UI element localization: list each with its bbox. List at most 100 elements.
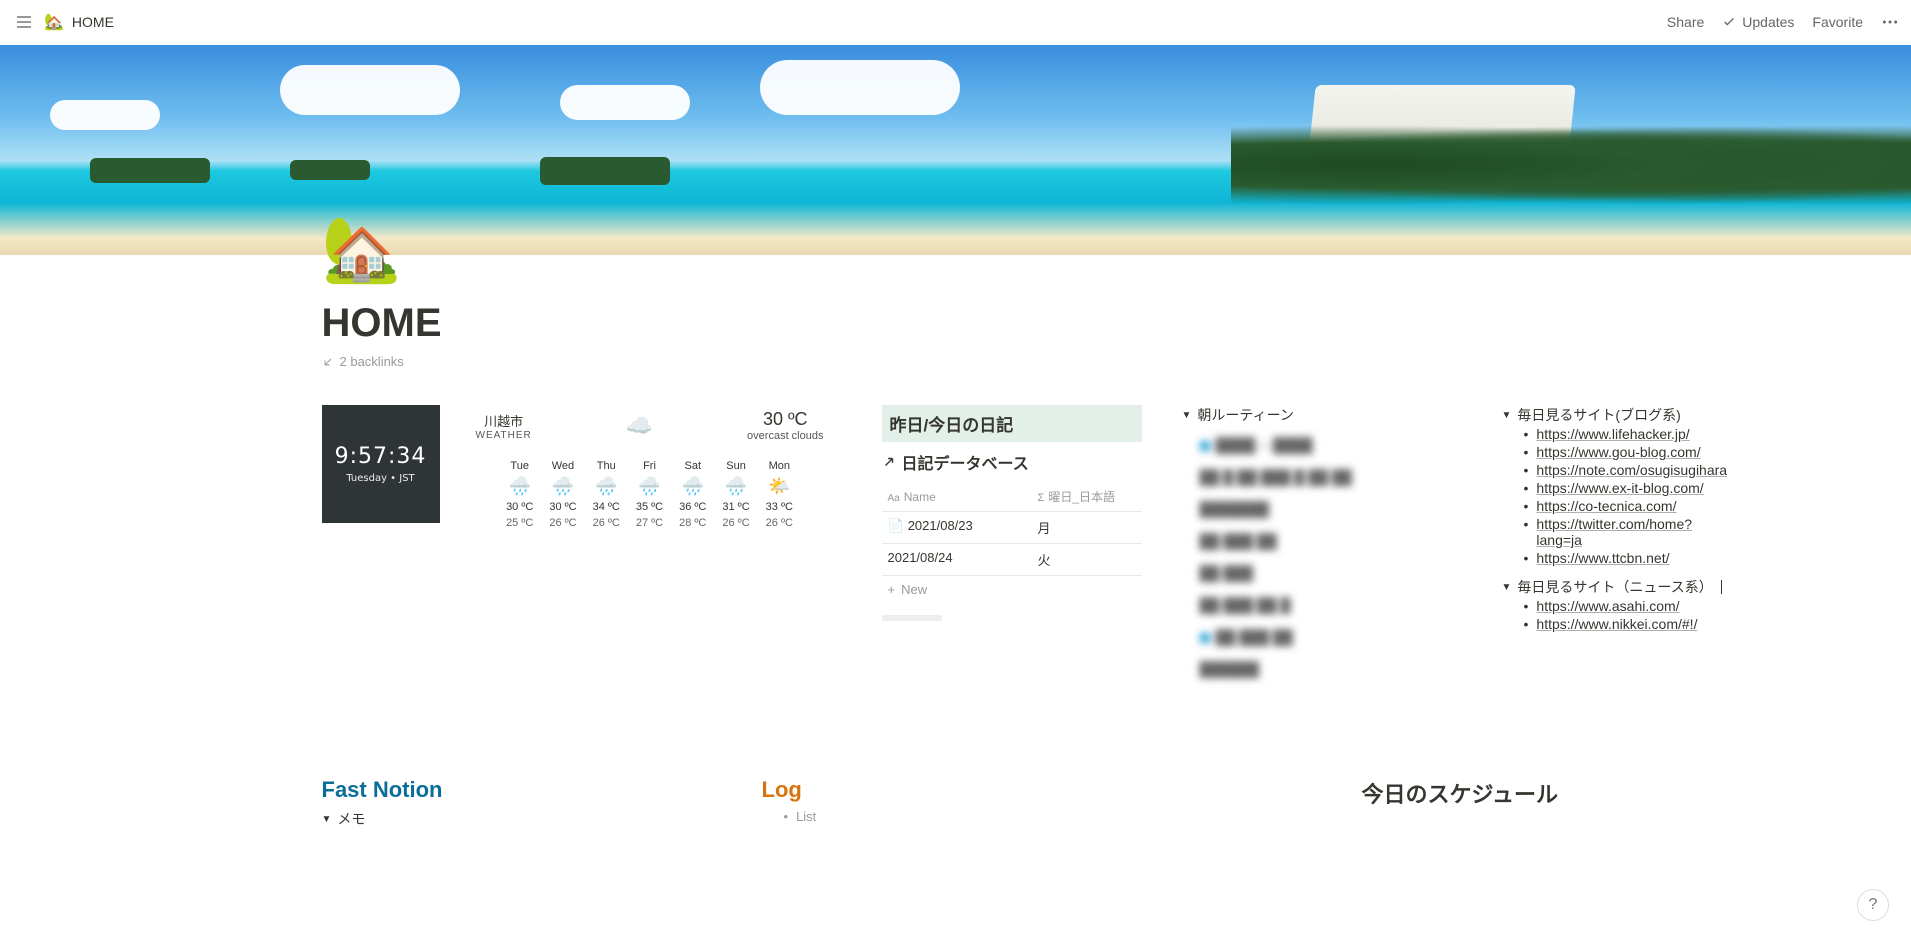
list-item[interactable]: • List [784, 809, 1322, 824]
weather-icon: ☁️ [626, 413, 653, 439]
menu-icon[interactable] [12, 10, 36, 34]
memo-label: メモ [337, 809, 365, 829]
weather-small-icon: 🌤️ [768, 476, 790, 497]
triangle-down-icon: ▼ [1502, 410, 1512, 421]
text-cursor [1721, 580, 1722, 594]
link-item: • https://www.ex-it-blog.com/ [1524, 479, 1728, 497]
text-prop-icon [888, 490, 900, 504]
bullet-icon: • [1524, 462, 1529, 478]
table-row[interactable]: 2021/08/24火 [882, 544, 1142, 576]
link-item: • https://www.ttcbn.net/ [1524, 549, 1728, 567]
links-section1-title: 毎日見るサイト(ブログ系) [1517, 405, 1680, 425]
clock-weather-widget: 9:57:34 Tuesday • JST 川越市 WEATHER ☁️ 30 … [322, 405, 842, 529]
help-button[interactable]: ? [1857, 889, 1889, 921]
bullet-icon: • [1524, 598, 1529, 614]
weather-small-icon: 🌧️ [595, 476, 617, 497]
diary-block: 昨日/今日の日記 日記データベース Name 曜日_日本語 📄2021/08/2… [882, 405, 1142, 621]
external-link[interactable]: https://www.ttcbn.net/ [1536, 550, 1669, 566]
page-icon[interactable]: 🏡 [322, 217, 1590, 281]
forecast-day: Sun🌧️31 ºC26 ºC [722, 460, 749, 529]
col-name[interactable]: Name [882, 482, 1032, 511]
forecast-day: Mon🌤️33 ºC26 ºC [766, 460, 793, 529]
link-item: • https://www.nikkei.com/#!/ [1524, 615, 1728, 633]
updates-label: Updates [1742, 14, 1794, 30]
bullet-icon: • [1524, 426, 1529, 442]
fast-notion-heading[interactable]: Fast Notion [322, 777, 722, 803]
external-link[interactable]: https://www.ex-it-blog.com/ [1536, 480, 1703, 496]
bullet-icon: • [1524, 480, 1529, 496]
bottom-row: Fast Notion ▼ メモ Log • List 今日のスケジュール [322, 777, 1590, 829]
col-day[interactable]: 曜日_日本語 [1032, 482, 1142, 511]
diary-callout[interactable]: 昨日/今日の日記 [882, 405, 1142, 442]
weather-small-icon: 🌧️ [682, 476, 704, 497]
page-icon: 📄 [888, 518, 904, 533]
links-section1-toggle[interactable]: ▼ 毎日見るサイト(ブログ系) [1502, 405, 1728, 425]
routine-title: 朝ルーティーン [1197, 405, 1293, 425]
forecast-day: Sat🌧️36 ºC28 ºC [679, 460, 706, 529]
page-title[interactable]: HOME [322, 301, 1590, 346]
schedule-heading[interactable]: 今日のスケジュール [1362, 777, 1590, 809]
weather-desc: overcast clouds [747, 430, 823, 442]
weather-location: 川越市 [476, 411, 532, 430]
link-item: • https://www.asahi.com/ [1524, 597, 1728, 615]
diary-db-link[interactable]: 日記データベース [882, 450, 1142, 474]
external-link[interactable]: https://co-tecnica.com/ [1536, 498, 1676, 514]
backlinks-link[interactable]: 2 backlinks [322, 354, 1590, 369]
external-link[interactable]: https://twitter.com/home?lang=ja [1536, 516, 1727, 548]
memo-toggle[interactable]: ▼ メモ [322, 809, 722, 829]
routine-toggle[interactable]: ▼ 朝ルーティーン [1182, 405, 1462, 425]
bullet-icon: • [784, 809, 789, 824]
clock-widget: 9:57:34 Tuesday • JST [322, 405, 440, 523]
breadcrumb-title[interactable]: HOME [72, 14, 114, 30]
weather-small-icon: 🌧️ [725, 476, 747, 497]
new-label: New [901, 582, 927, 597]
forecast-row: Tue🌧️30 ºC25 ºCWed🌧️30 ºC26 ºCThu🌧️34 ºC… [506, 460, 793, 529]
weather-small-icon: 🌧️ [508, 476, 530, 497]
topbar-left: 🏡 HOME [12, 10, 114, 34]
plus-icon: + [888, 582, 896, 597]
links-column: ▼ 毎日見るサイト(ブログ系) • https://www.lifehacker.… [1502, 405, 1728, 643]
forecast-day: Tue🌧️30 ºC25 ºC [506, 460, 533, 529]
log-heading[interactable]: Log [762, 777, 1322, 803]
forecast-day: Fri🌧️35 ºC27 ºC [636, 460, 663, 529]
bullet-icon: • [1524, 550, 1529, 566]
more-icon[interactable] [1881, 13, 1899, 31]
new-row-button[interactable]: + New [882, 576, 1142, 603]
link-item: • https://www.lifehacker.jp/ [1524, 425, 1728, 443]
share-button[interactable]: Share [1667, 14, 1704, 30]
external-link[interactable]: https://www.nikkei.com/#!/ [1536, 616, 1697, 632]
log-column: Log • List [762, 777, 1322, 829]
link-item: • https://www.gou-blog.com/ [1524, 443, 1728, 461]
external-link[interactable]: https://note.com/osugisugihara [1536, 462, 1727, 478]
updates-button[interactable]: Updates [1722, 14, 1794, 30]
diary-table: Name 曜日_日本語 📄2021/08/23月2021/08/24火 + Ne… [882, 482, 1142, 621]
page-content: 🏡 HOME 2 backlinks 9:57:34 Tuesday • JST… [226, 217, 1686, 889]
table-header: Name 曜日_日本語 [882, 482, 1142, 512]
table-row[interactable]: 📄2021/08/23月 [882, 512, 1142, 544]
external-link[interactable]: https://www.gou-blog.com/ [1536, 444, 1700, 460]
diary-link-label: 日記データベース [902, 450, 1029, 474]
topbar: 🏡 HOME Share Updates Favorite [0, 0, 1911, 45]
triangle-down-icon: ▼ [322, 814, 332, 825]
bullet-icon: • [1524, 444, 1529, 460]
backlinks-label: 2 backlinks [340, 354, 404, 369]
formula-prop-icon [1038, 490, 1045, 504]
bullet-icon: • [1524, 616, 1529, 632]
bullet-icon: • [1524, 498, 1529, 514]
forecast-day: Wed🌧️30 ºC26 ºC [549, 460, 576, 529]
favorite-button[interactable]: Favorite [1812, 14, 1863, 30]
bullet-icon: • [1524, 516, 1529, 532]
external-link[interactable]: https://www.asahi.com/ [1536, 598, 1679, 614]
content-row: 9:57:34 Tuesday • JST 川越市 WEATHER ☁️ 30 … [322, 405, 1590, 687]
weather-small-icon: 🌧️ [638, 476, 660, 497]
routine-body-redacted: ████ ─ ████ ██ █ ██ ███ █ ██ ██ ███████ … [1200, 431, 1462, 683]
triangle-down-icon: ▼ [1502, 582, 1512, 593]
link-item: • https://co-tecnica.com/ [1524, 497, 1728, 515]
external-link[interactable]: https://www.lifehacker.jp/ [1536, 426, 1689, 442]
weather-temp: 30 ºC [747, 409, 823, 430]
link-item: • https://twitter.com/home?lang=ja [1524, 515, 1728, 549]
links-section2-toggle[interactable]: ▼ 毎日見るサイト（ニュース系） [1502, 577, 1728, 597]
list-label: List [796, 809, 816, 824]
scrollbar[interactable] [882, 615, 942, 621]
fast-notion-column: Fast Notion ▼ メモ [322, 777, 722, 829]
